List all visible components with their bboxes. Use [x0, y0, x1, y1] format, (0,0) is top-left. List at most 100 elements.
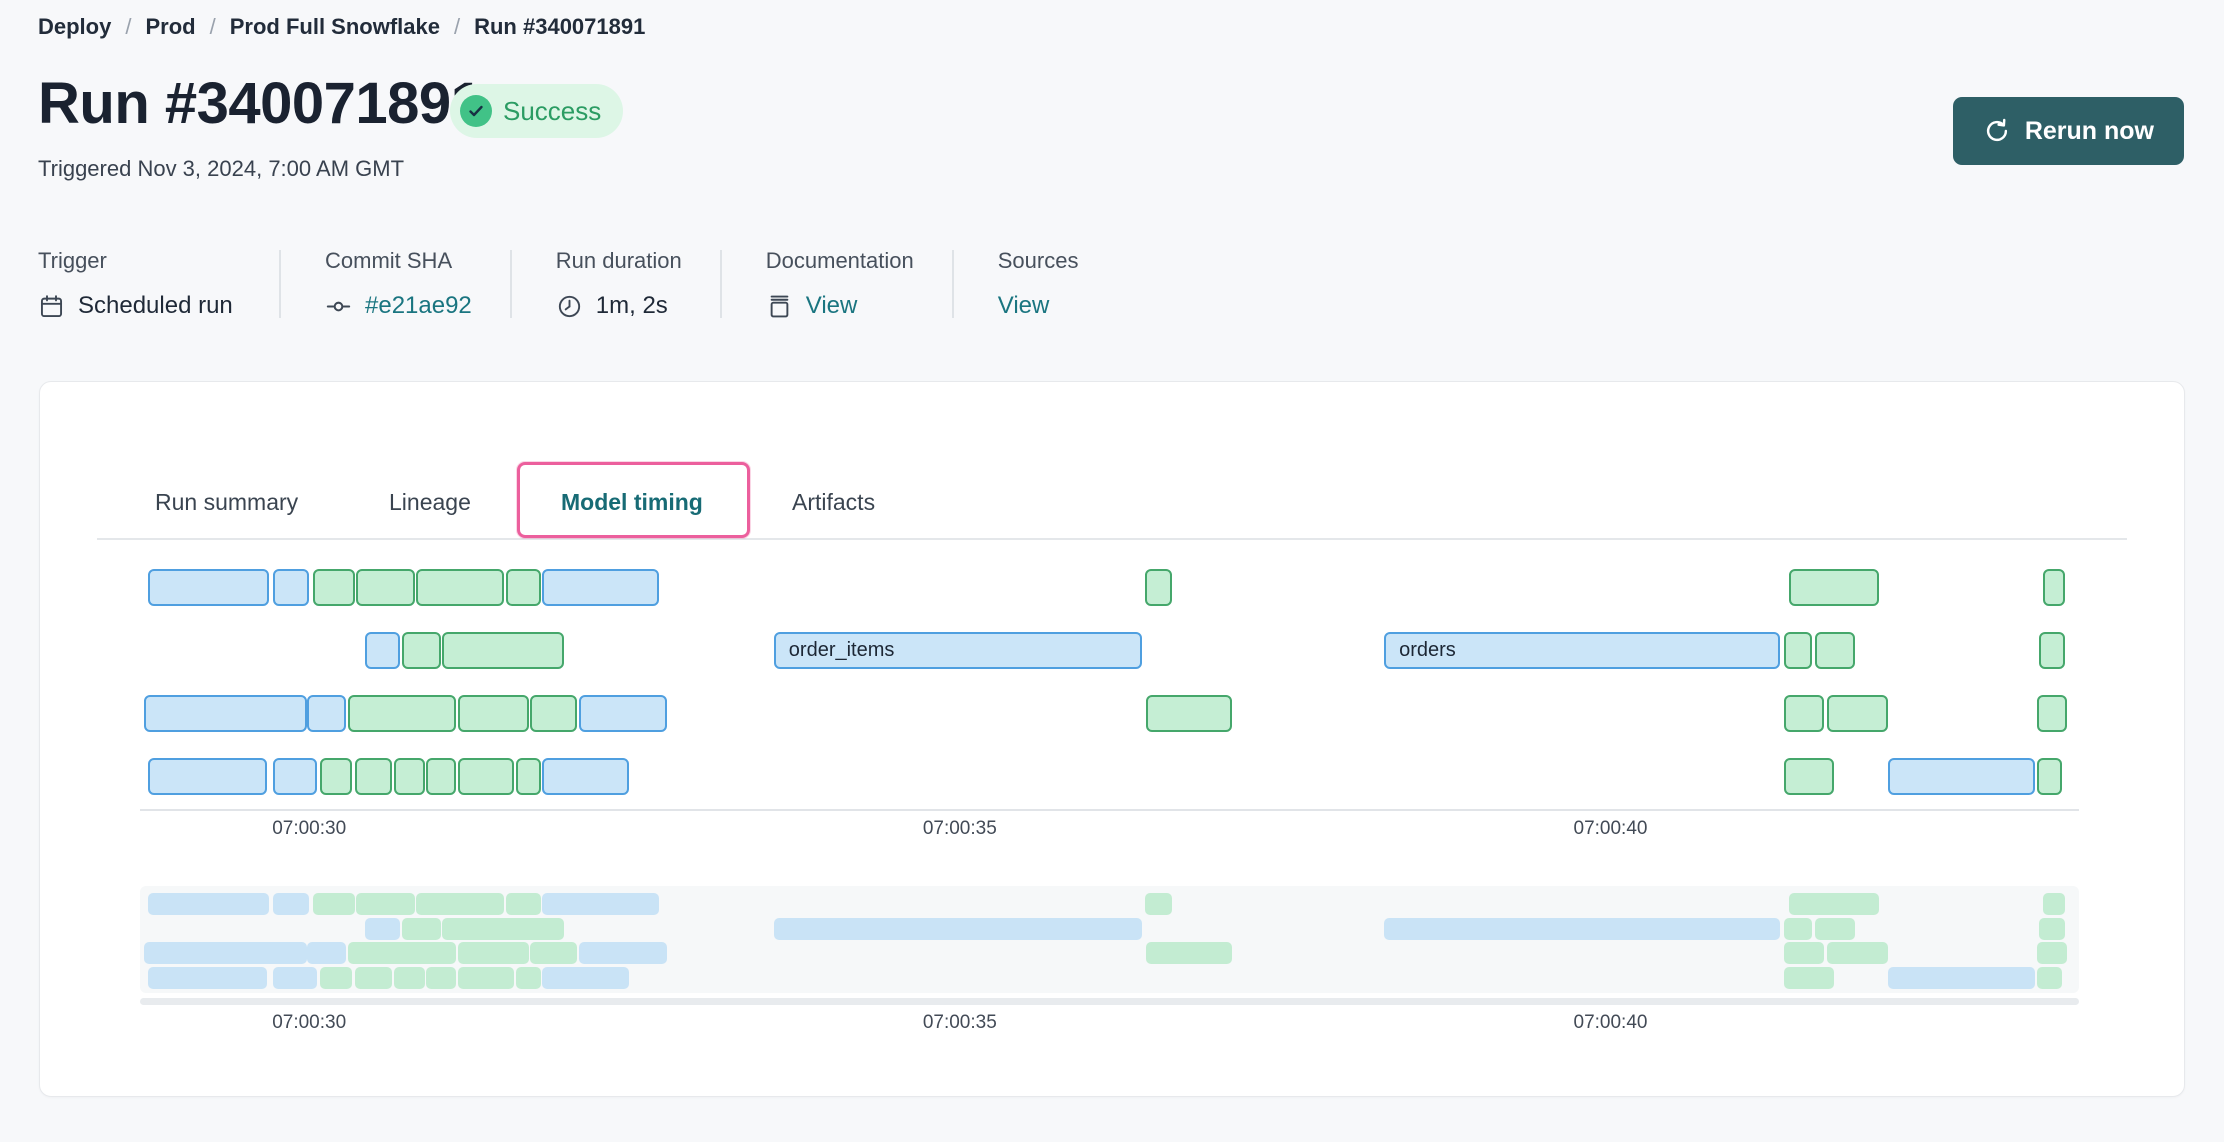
breadcrumb-current-run: Run #340071891 — [474, 14, 645, 40]
bar[interactable] — [426, 758, 456, 795]
refresh-icon — [1983, 117, 2011, 145]
breadcrumb: Deploy / Prod / Prod Full Snowflake / Ru… — [38, 14, 645, 40]
bar-orders[interactable]: orders — [1384, 632, 1780, 669]
meta-label: Sources — [998, 248, 1079, 274]
bar[interactable] — [365, 632, 400, 669]
mbar — [1827, 942, 1888, 964]
bar[interactable] — [348, 695, 456, 732]
mbar-order_items — [774, 918, 1142, 940]
bar[interactable] — [542, 569, 659, 606]
bar[interactable] — [1827, 695, 1888, 732]
bar[interactable] — [144, 695, 307, 732]
bar[interactable] — [148, 758, 268, 795]
meta-commit-sha: Commit SHA #e21ae92 — [281, 248, 510, 320]
tab-lineage[interactable]: Lineage — [389, 489, 471, 516]
bar[interactable] — [1815, 632, 1855, 669]
bar[interactable] — [2043, 569, 2065, 606]
mbar — [542, 893, 659, 915]
bar[interactable] — [442, 632, 564, 669]
mbar — [320, 967, 353, 989]
mbar — [348, 942, 456, 964]
mbar — [442, 918, 564, 940]
bar[interactable] — [273, 569, 309, 606]
mbar — [148, 967, 268, 989]
tabs-divider — [97, 538, 2127, 540]
bar[interactable] — [542, 758, 629, 795]
tab-run-summary[interactable]: Run summary — [155, 489, 298, 516]
bar[interactable] — [516, 758, 541, 795]
axis-tick-label: 07:00:40 — [1574, 818, 1648, 840]
bar[interactable] — [356, 569, 415, 606]
bar[interactable] — [148, 569, 269, 606]
mbar — [273, 967, 317, 989]
meta-label: Commit SHA — [325, 248, 472, 274]
mbar — [1784, 942, 1824, 964]
status-label: Success — [503, 96, 601, 127]
breadcrumb-prod[interactable]: Prod — [145, 14, 195, 40]
bar[interactable] — [2039, 632, 2065, 669]
rerun-now-label: Rerun now — [2025, 117, 2154, 146]
minimap-axis-ticks: 07:00:3007:00:3507:00:40 — [140, 1012, 2079, 1038]
bar[interactable] — [1784, 758, 1835, 795]
trigger-value: Scheduled run — [78, 292, 233, 320]
bar-order_items[interactable]: order_items — [774, 632, 1142, 669]
breadcrumb-deploy[interactable]: Deploy — [38, 14, 111, 40]
bar-label: order_items — [776, 634, 1140, 666]
sources-view-link[interactable]: View — [998, 292, 1050, 320]
model-timing-gantt: order_items orders — [140, 569, 2079, 797]
meta-documentation: Documentation View — [722, 248, 952, 320]
meta-trigger: Trigger Scheduled run — [38, 248, 279, 320]
status-badge: Success — [450, 84, 623, 138]
mbar — [579, 942, 668, 964]
commit-icon — [325, 293, 352, 320]
bar[interactable] — [1888, 758, 2035, 795]
mbar — [144, 942, 307, 964]
bar[interactable] — [1784, 632, 1813, 669]
bar[interactable] — [355, 758, 393, 795]
calendar-icon — [38, 293, 65, 320]
bar[interactable] — [1784, 695, 1824, 732]
bar[interactable] — [458, 758, 514, 795]
breadcrumb-job[interactable]: Prod Full Snowflake — [230, 14, 440, 40]
documentation-view-link[interactable]: View — [806, 292, 858, 320]
bar[interactable] — [313, 569, 355, 606]
bar[interactable] — [1789, 569, 1879, 606]
bar[interactable] — [506, 569, 541, 606]
bar[interactable] — [307, 695, 346, 732]
axis-tick-label: 07:00:30 — [272, 818, 346, 840]
bar[interactable] — [2037, 695, 2067, 732]
run-detail-page: Deploy / Prod / Prod Full Snowflake / Ru… — [0, 0, 2224, 1142]
mbar — [402, 918, 441, 940]
bar[interactable] — [394, 758, 425, 795]
rerun-now-button[interactable]: Rerun now — [1953, 97, 2184, 165]
mbar — [1815, 918, 1855, 940]
mbar — [542, 967, 629, 989]
bar-label: orders — [1386, 634, 1778, 666]
mbar — [458, 942, 530, 964]
tab-model-timing[interactable]: Model timing — [561, 489, 703, 516]
mbar — [426, 967, 456, 989]
axis-tick-label: 07:00:40 — [1574, 1012, 1648, 1034]
bar[interactable] — [416, 569, 505, 606]
mbar — [2039, 918, 2065, 940]
bar[interactable] — [458, 695, 530, 732]
bar[interactable] — [1146, 695, 1232, 732]
mbar — [394, 967, 425, 989]
mbar — [365, 918, 400, 940]
bar[interactable] — [579, 695, 668, 732]
bar[interactable] — [1145, 569, 1172, 606]
mbar — [1789, 893, 1879, 915]
bar[interactable] — [2037, 758, 2062, 795]
bar[interactable] — [273, 758, 317, 795]
commit-sha-link[interactable]: #e21ae92 — [365, 292, 472, 320]
timeline-minimap[interactable] — [140, 886, 2079, 993]
axis-tick-label: 07:00:35 — [923, 1012, 997, 1034]
bar[interactable] — [402, 632, 441, 669]
minimap-scrollbar[interactable] — [140, 998, 2079, 1005]
mbar — [458, 967, 514, 989]
bar[interactable] — [320, 758, 353, 795]
tab-artifacts[interactable]: Artifacts — [792, 489, 875, 516]
document-icon — [766, 293, 793, 320]
mbar — [1784, 967, 1835, 989]
bar[interactable] — [530, 695, 577, 732]
